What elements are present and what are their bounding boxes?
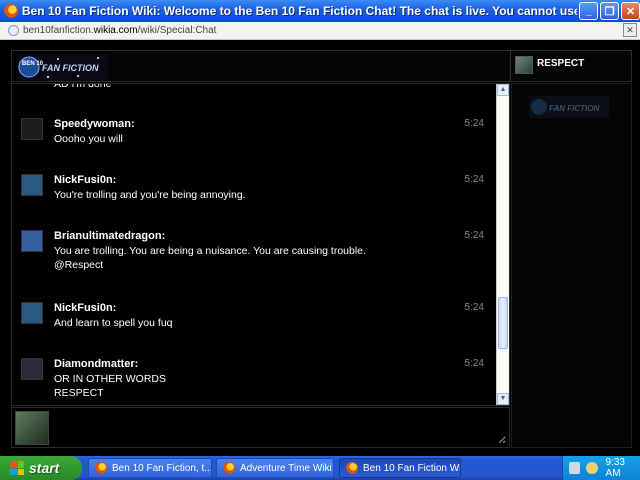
message-text: You are trolling. You are being a nuisan… (54, 245, 366, 257)
chat-page: BEN 10 FAN FICTION RESPECT AD I'm done Sp… (0, 41, 640, 456)
message-list: AD I'm done Speedywoman: 5:24 Oooho you wil… (12, 84, 498, 405)
system-tray: 9:33 AM (562, 456, 640, 480)
message-text: Oooho you will (54, 133, 123, 145)
wiki-logo[interactable]: BEN 10 FAN FICTION (18, 54, 108, 80)
chat-messages-panel[interactable]: AD I'm done Speedywoman: 5:24 Oooho you wil… (11, 83, 510, 406)
scroll-thumb[interactable] (498, 297, 508, 349)
message-author[interactable]: Diamondmatter: (54, 358, 138, 370)
message-text: RESPECT (54, 387, 104, 399)
scroll-up-icon[interactable]: ▲ (497, 84, 509, 96)
message-time: 5:24 (464, 230, 484, 241)
globe-icon (8, 25, 19, 36)
firefox-icon (4, 4, 18, 18)
firefox-icon (95, 462, 107, 474)
message-avatar[interactable] (21, 230, 43, 252)
chat-message-input[interactable] (52, 411, 507, 445)
message-avatar[interactable] (21, 174, 43, 196)
taskbar-button-label: Ben 10 Fan Fiction Wi... (363, 462, 461, 474)
firefox-icon (346, 462, 358, 474)
message-text: AD I'm done (54, 83, 112, 90)
user-list-panel: FAN FICTION (511, 83, 632, 448)
message-author[interactable]: Speedywoman: (54, 118, 135, 130)
message-text: And learn to spell you fuq (54, 317, 173, 329)
message-author[interactable]: NickFusi0n: (54, 174, 116, 186)
message-avatar[interactable] (21, 302, 43, 324)
scroll-down-icon[interactable]: ▼ (497, 393, 509, 405)
message-avatar[interactable] (21, 358, 43, 380)
header-divider (510, 51, 511, 81)
windows-flag-icon (10, 461, 24, 475)
firefox-icon (223, 462, 235, 474)
taskbar-button-1[interactable]: Ben 10 Fan Fiction, t... (88, 458, 212, 478)
network-icon[interactable] (569, 462, 581, 474)
taskbar: start Ben 10 Fan Fiction, t... Adventure… (0, 456, 640, 480)
message-time: 5:24 (464, 174, 484, 185)
window-titlebar[interactable]: Ben 10 Fan Fiction Wiki: Welcome to the … (0, 0, 640, 22)
clock[interactable]: 9:33 AM (606, 457, 640, 479)
taskbar-button-label: Ben 10 Fan Fiction, t... (112, 462, 212, 474)
close-tab-icon[interactable]: ✕ (623, 23, 637, 37)
taskbar-button-label: Adventure Time Wiki:... (240, 462, 334, 474)
scrollbar[interactable]: ▲ ▼ (496, 84, 509, 405)
faded-logo-text: FAN FICTION (549, 104, 599, 113)
start-label: start (29, 460, 60, 476)
my-avatar (15, 411, 49, 445)
message-time: 5:24 (464, 118, 484, 129)
message-author[interactable]: Brianultimatedragon: (54, 230, 165, 242)
message-time: 5:24 (464, 358, 484, 369)
current-user-avatar[interactable] (515, 56, 533, 74)
logo-badge: BEN 10 (22, 61, 44, 67)
url-text[interactable]: ben10fanfiction.wikia.com/wiki/Special:C… (23, 25, 216, 36)
taskbar-button-2[interactable]: Adventure Time Wiki:... (216, 458, 334, 478)
message-author[interactable]: NickFusi0n: (54, 302, 116, 314)
minimize-button[interactable]: _ (579, 2, 599, 20)
message-text: OR IN OTHER WORDS (54, 373, 166, 385)
logo-text: FAN FICTION (42, 63, 99, 73)
start-button[interactable]: start (0, 456, 82, 480)
taskbar-button-3[interactable]: Ben 10 Fan Fiction Wi... (339, 458, 461, 478)
message-text: @Respect (54, 259, 104, 271)
maximize-button[interactable]: ❐ (600, 2, 620, 20)
chat-input-area (11, 407, 510, 448)
message-avatar[interactable] (21, 118, 43, 140)
chat-header: BEN 10 FAN FICTION RESPECT (11, 50, 632, 82)
wiki-logo-faded: FAN FICTION (529, 96, 609, 118)
message-time: 5:24 (464, 302, 484, 313)
window-title: Ben 10 Fan Fiction Wiki: Welcome to the … (21, 4, 578, 18)
volume-icon[interactable] (586, 462, 598, 474)
current-user-name[interactable]: RESPECT (537, 58, 584, 69)
address-bar[interactable]: ben10fanfiction.wikia.com/wiki/Special:C… (0, 22, 640, 40)
close-button[interactable]: ✕ (621, 2, 640, 20)
message-text: You're trolling and you're being annoyin… (54, 189, 246, 201)
